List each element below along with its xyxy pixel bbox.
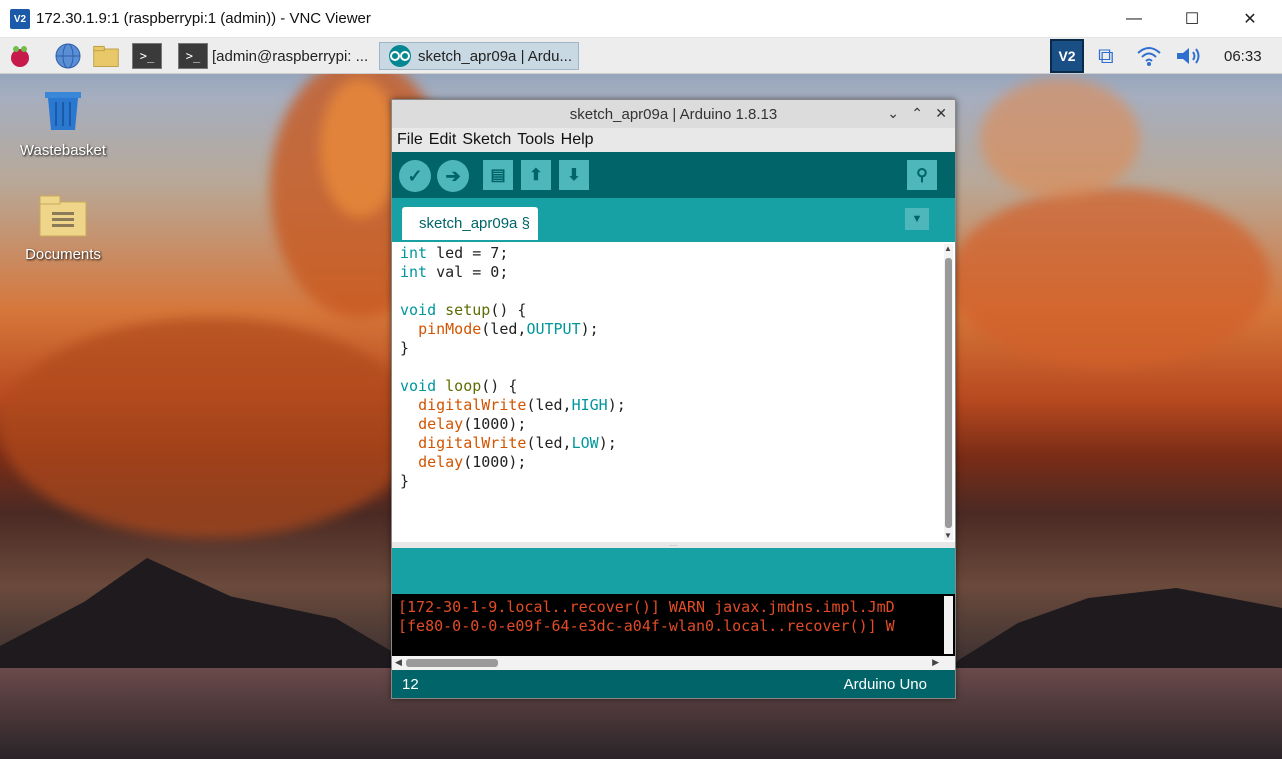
console-vertical-scrollbar[interactable] <box>944 596 953 654</box>
task-arduino[interactable]: sketch_apr09a | Ardu... <box>379 42 579 70</box>
document-icon: ▤ <box>490 167 506 184</box>
editor-vertical-scrollbar[interactable]: ▲ ▼ <box>944 244 953 540</box>
desktop-icon-documents[interactable]: Documents <box>13 194 113 263</box>
terminal-launcher-button[interactable]: >_ <box>132 42 162 70</box>
arduino-menubar: File Edit Sketch Tools Help <box>392 128 955 152</box>
vnc-window-title: 172.30.1.9:1 (raspberrypi:1 (admin)) - V… <box>36 10 371 27</box>
save-button[interactable]: ⬇ <box>559 160 589 190</box>
arrow-right-icon: ➔ <box>445 165 461 186</box>
triangle-down-icon: ▼ <box>911 213 923 225</box>
menu-file[interactable]: File <box>397 131 423 149</box>
arduino-toolbar: ✓ ➔ ▤ ⬆ ⬇ ⚲ <box>392 152 955 198</box>
code-line: void loop() { <box>400 377 518 395</box>
upload-button[interactable]: ➔ <box>437 160 469 192</box>
vnc-tray-icon: V2 <box>1050 39 1084 73</box>
scroll-right-icon[interactable]: ▶ <box>932 657 939 668</box>
open-button[interactable]: ⬆ <box>521 160 551 190</box>
task-arduino-label: sketch_apr09a | Ardu... <box>418 47 572 65</box>
serial-monitor-button[interactable]: ⚲ <box>907 160 937 190</box>
chevron-down-icon[interactable]: ⌄ <box>887 105 899 122</box>
code-line: void setup() { <box>400 301 527 319</box>
code-line: } <box>400 472 410 490</box>
arduino-window-title: sketch_apr09a | Arduino 1.8.13 <box>569 105 778 123</box>
menu-help[interactable]: Help <box>561 131 594 149</box>
close-button[interactable]: ✕ <box>1221 0 1279 38</box>
desktop-icon-label: Documents <box>25 246 101 263</box>
console-line: [172-30-1-9.local..recover()] WARN javax… <box>398 598 895 616</box>
code-line: int val = 0; <box>400 263 509 281</box>
code-line: } <box>400 339 410 357</box>
line-number: 12 <box>402 676 419 693</box>
message-area <box>392 548 955 594</box>
raspberry-icon <box>6 42 34 70</box>
task-terminal-label: [admin@raspberrypi: ... <box>212 47 369 65</box>
globe-icon <box>54 42 82 70</box>
menu-edit[interactable]: Edit <box>429 131 457 149</box>
terminal-icon: >_ <box>178 43 208 69</box>
magnifier-icon: ⚲ <box>916 167 928 184</box>
console-line: [fe80-0-0-0-e09f-64-e3dc-a04f-wlan0.loca… <box>398 617 895 635</box>
new-button[interactable]: ▤ <box>483 160 513 190</box>
code-line: digitalWrite(led,HIGH); <box>418 396 626 414</box>
arrow-down-icon: ⬇ <box>567 167 581 184</box>
scroll-left-icon[interactable]: ◀ <box>395 657 402 668</box>
scrollbar-thumb[interactable] <box>945 258 952 528</box>
board-name: Arduino Uno <box>843 676 927 693</box>
task-terminal[interactable]: >_ [admin@raspberrypi: ... <box>178 42 368 70</box>
volume-icon[interactable] <box>1174 42 1204 70</box>
console-text: [172-30-1-9.local..recover()] WARN javax… <box>398 598 938 636</box>
desktop-icon-wastebasket[interactable]: Wastebasket <box>13 88 113 159</box>
code-line: delay(1000); <box>418 453 527 471</box>
folder-icon <box>13 194 113 242</box>
scroll-down-icon[interactable]: ▼ <box>944 531 952 540</box>
console-output[interactable]: [172-30-1-9.local..recover()] WARN javax… <box>392 594 955 656</box>
maximize-button[interactable]: ☐ <box>1163 0 1221 38</box>
terminal-icon: >_ <box>132 43 162 69</box>
menu-tools[interactable]: Tools <box>517 131 554 149</box>
vnc-tray-button[interactable]: V2 <box>1050 39 1084 73</box>
vnc-window-titlebar: V2 172.30.1.9:1 (raspberrypi:1 (admin)) … <box>0 0 1282 38</box>
scrollbar-thumb[interactable] <box>406 659 498 667</box>
wastebasket-icon <box>13 88 113 138</box>
menu-sketch[interactable]: Sketch <box>462 131 511 149</box>
sketch-tab-bar: sketch_apr09a § ▼ <box>392 198 955 242</box>
code-line: delay(1000); <box>418 415 527 433</box>
vnc-logo-icon: V2 <box>10 9 30 29</box>
chevron-up-icon[interactable]: ⌃ <box>911 105 923 122</box>
tab-sketch[interactable]: sketch_apr09a § <box>402 207 538 240</box>
minimize-button[interactable]: — <box>1105 0 1163 38</box>
arduino-icon <box>386 42 414 70</box>
tab-menu-button[interactable]: ▼ <box>905 208 929 230</box>
folder-icon <box>92 42 120 70</box>
scroll-up-icon[interactable]: ▲ <box>944 244 952 253</box>
arduino-titlebar: sketch_apr09a | Arduino 1.8.13 ⌄ ⌃ ✕ <box>392 100 955 128</box>
code-line: int led = 7; <box>400 244 509 262</box>
code-text[interactable]: int led = 7; int val = 0; void setup() { … <box>400 244 626 491</box>
wifi-icon[interactable] <box>1136 42 1162 70</box>
arrow-up-icon: ⬆ <box>529 167 543 184</box>
code-line: pinMode(led,OUTPUT); <box>418 320 599 338</box>
checkmark-icon: ✓ <box>407 165 423 186</box>
arduino-status-bar: 12 Arduino Uno <box>392 670 955 698</box>
close-icon[interactable]: ✕ <box>935 105 947 122</box>
arduino-ide-window: sketch_apr09a | Arduino 1.8.13 ⌄ ⌃ ✕ Fil… <box>391 99 956 699</box>
verify-button[interactable]: ✓ <box>399 160 431 192</box>
code-line: digitalWrite(led,LOW); <box>418 434 617 452</box>
console-horizontal-scrollbar[interactable]: ◀ ▶ <box>392 656 955 670</box>
bluetooth-icon[interactable]: ⧉ <box>1098 42 1114 70</box>
file-manager-button[interactable] <box>92 42 120 70</box>
code-editor[interactable]: int led = 7; int val = 0; void setup() { … <box>392 242 955 542</box>
web-browser-button[interactable] <box>54 42 82 70</box>
desktop-icon-label: Wastebasket <box>19 142 107 159</box>
raspberry-menu-button[interactable] <box>6 42 34 70</box>
clock[interactable]: 06:33 <box>1224 42 1262 70</box>
pi-taskbar: >_ >_ [admin@raspberrypi: ... sketch_apr… <box>0 38 1282 74</box>
